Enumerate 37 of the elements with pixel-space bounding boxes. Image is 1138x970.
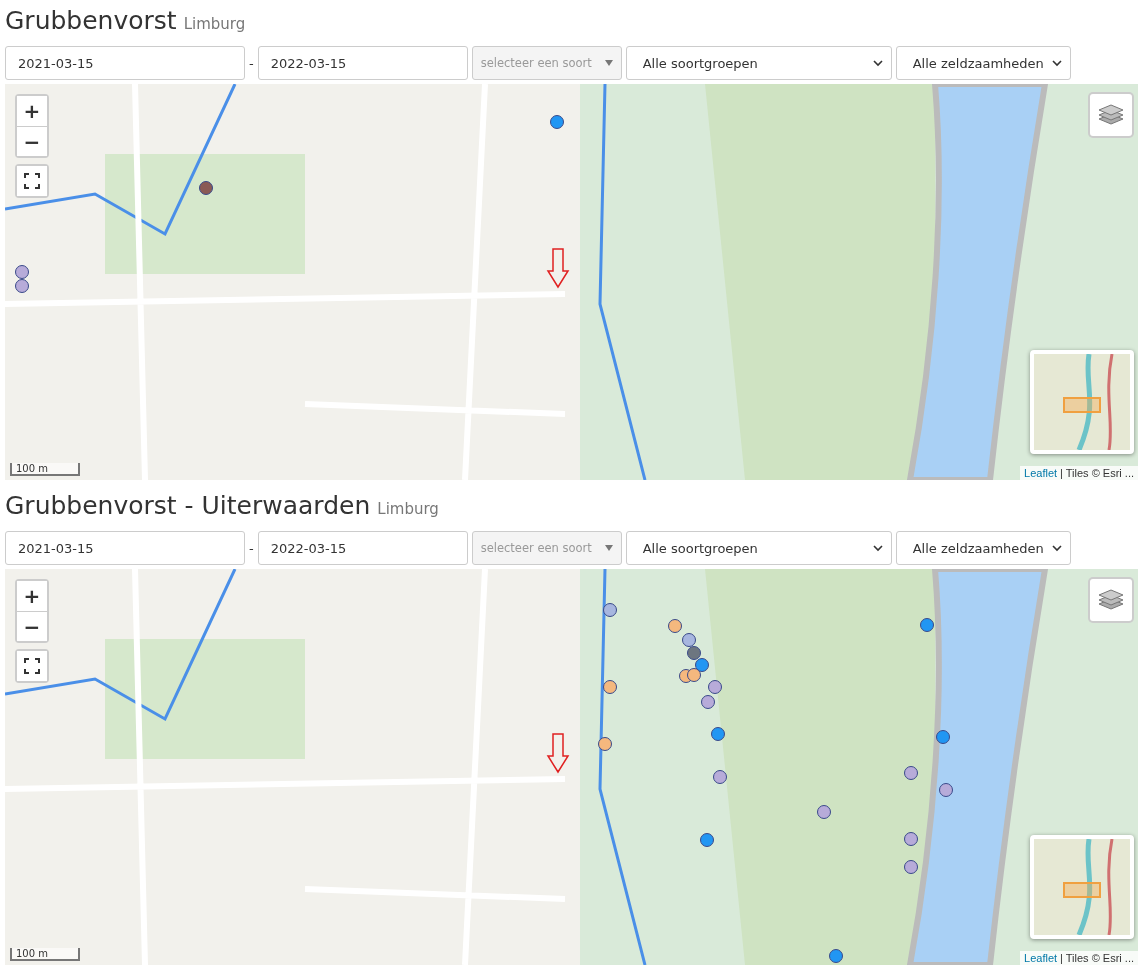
end-date-field[interactable]: 2022-03-15 <box>257 46 468 80</box>
leaflet-link[interactable]: Leaflet <box>1024 467 1058 479</box>
attribution-text: | Tiles © Esri ... <box>1060 467 1134 479</box>
layers-icon <box>1097 587 1125 613</box>
chevron-icon <box>872 544 883 552</box>
attribution-text: | Tiles © Esri ... <box>1060 952 1134 964</box>
dropdown-arrow-icon <box>604 545 613 551</box>
layers-button[interactable] <box>1088 92 1134 138</box>
fullscreen-icon <box>24 173 40 189</box>
fullscreen-button[interactable] <box>17 166 47 196</box>
leaflet-link[interactable]: Leaflet <box>1024 952 1058 964</box>
scale-bar: 100 m <box>10 948 80 961</box>
rarity-select[interactable]: Alle zeldzaamheden <box>895 46 1071 80</box>
province-label: Limburg <box>183 15 246 33</box>
chevron-icon <box>872 59 883 67</box>
zoom-out-button[interactable]: − <box>17 126 47 156</box>
layers-icon <box>1097 102 1125 128</box>
chevron-icon <box>1051 59 1062 67</box>
observation-marker[interactable] <box>687 646 701 660</box>
fullscreen-icon <box>24 658 40 674</box>
species-group-select[interactable]: Alle soortgroepen <box>625 531 892 565</box>
scale-bar: 100 m <box>10 463 80 476</box>
province-label: Limburg <box>377 500 439 518</box>
fullscreen-button[interactable] <box>17 651 47 681</box>
section-title: Grubbenvorst - Uiterwaarden <box>5 491 371 520</box>
end-date-field[interactable]: 2022-03-15 <box>257 531 468 565</box>
date-separator: - <box>249 55 254 71</box>
rarity-select[interactable]: Alle zeldzaamheden <box>895 531 1071 565</box>
chevron-icon <box>1051 544 1062 552</box>
species-group-select[interactable]: Alle soortgroepen <box>625 46 892 80</box>
dropdown-arrow-icon <box>604 60 613 66</box>
start-date-field[interactable]: 2021-03-15 <box>5 46 245 80</box>
section-title: Grubbenvorst <box>5 6 177 35</box>
date-separator: - <box>249 540 254 556</box>
start-date-field[interactable]: 2021-03-15 <box>5 531 245 565</box>
zoom-out-button[interactable]: − <box>17 611 47 641</box>
layers-button[interactable] <box>1088 577 1134 623</box>
